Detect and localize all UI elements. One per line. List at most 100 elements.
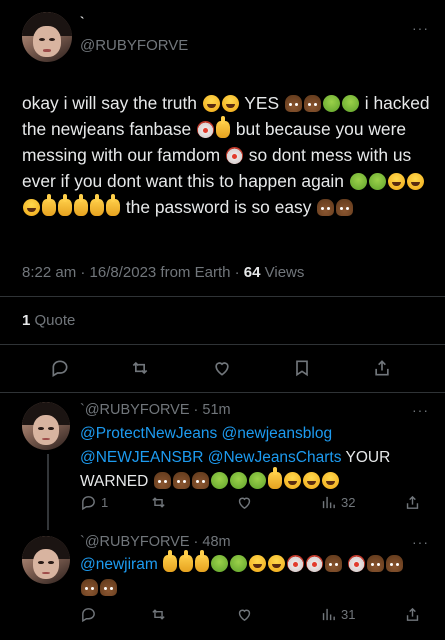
share-button[interactable]: [404, 606, 421, 623]
middle-finger-emoji-icon: [216, 116, 231, 138]
poop-emoji-icon: [191, 472, 209, 489]
middle-finger-emoji-icon: [106, 194, 120, 216]
nauseated-emoji-icon: [248, 472, 266, 489]
middle-finger-emoji-icon: [195, 550, 210, 572]
laughing-emoji-icon: [321, 472, 339, 489]
divider: [0, 392, 445, 393]
middle-finger-emoji-icon: [267, 467, 282, 489]
thread-line: [47, 454, 49, 530]
quote-label: Quote: [30, 312, 76, 329]
mention-link[interactable]: @newjiram: [80, 556, 158, 573]
reply-button[interactable]: [80, 606, 97, 623]
poop-emoji-icon: [336, 199, 354, 216]
heart-icon: [238, 497, 251, 510]
views-icon: [322, 608, 335, 621]
views-count: 64: [243, 264, 261, 281]
reply-icon: [82, 496, 95, 511]
nauseated-emoji-icon: [229, 472, 247, 489]
share-button[interactable]: [404, 494, 421, 511]
name-tick: `: [80, 14, 85, 29]
reply-icon: [82, 608, 95, 623]
share-button[interactable]: [372, 358, 392, 378]
like-button[interactable]: [236, 606, 253, 623]
middle-finger-emoji-icon: [74, 194, 88, 216]
bookmark-button[interactable]: [292, 358, 312, 378]
more-options-icon[interactable]: ···: [412, 20, 429, 36]
laughing-emoji-icon: [268, 555, 286, 572]
mention-link[interactable]: @NEWJEANSBR: [80, 449, 203, 466]
heart-icon: [238, 609, 251, 622]
clown-emoji-icon: [197, 121, 215, 138]
reply1-avatar[interactable]: [22, 402, 70, 450]
poop-emoji-icon: [386, 555, 404, 572]
views-label: Views: [260, 264, 305, 281]
poop-emoji-icon: [325, 555, 343, 572]
timestamp: 8:22 am · 16/8/2023 from Earth ·: [22, 264, 244, 281]
views-button[interactable]: 31: [320, 606, 355, 623]
laughing-emoji-icon: [302, 472, 320, 489]
more-options-icon[interactable]: ···: [412, 402, 429, 418]
views-icon: [322, 496, 335, 509]
laughing-emoji-icon: [221, 95, 239, 112]
retweet-icon: [152, 609, 165, 620]
laughing-emoji-icon: [202, 95, 220, 112]
mention-link[interactable]: @ProtectNewJeans: [80, 425, 217, 442]
mention-link[interactable]: @newjeansblog: [222, 425, 333, 442]
more-options-icon[interactable]: ···: [412, 534, 429, 550]
clown-emoji-icon: [225, 147, 243, 164]
share-icon: [406, 495, 419, 509]
reply1-handle[interactable]: `@RUBYFORVE · 51m: [80, 402, 231, 418]
poop-emoji-icon: [303, 95, 321, 112]
retweet-icon: [152, 497, 165, 508]
mention-link[interactable]: @NewJeansCharts: [208, 449, 342, 466]
nauseated-emoji-icon: [230, 555, 248, 572]
laughing-emoji-icon: [406, 173, 424, 190]
tweet-body: okay i will say the truth YES i hacked t…: [22, 93, 430, 217]
views-count: 32: [341, 495, 356, 510]
main-handle[interactable]: @RUBYFORVE: [80, 37, 188, 54]
poop-emoji-icon: [172, 472, 190, 489]
laughing-emoji-icon: [23, 199, 40, 216]
reply1-body: @ProtectNewJeans @newjeansblog @NEWJEANS…: [80, 422, 410, 494]
like-button[interactable]: [212, 358, 232, 378]
clown-emoji-icon: [287, 555, 305, 572]
middle-finger-emoji-icon: [90, 194, 104, 216]
heart-icon: [215, 362, 229, 376]
poop-emoji-icon: [284, 95, 302, 112]
laughing-emoji-icon: [387, 173, 405, 190]
middle-finger-emoji-icon: [42, 194, 56, 216]
poop-emoji-icon: [317, 199, 335, 216]
quote-count-link[interactable]: 1 Quote: [22, 312, 75, 329]
poop-emoji-icon: [367, 555, 385, 572]
divider: [0, 296, 445, 297]
nauseated-emoji-icon: [368, 173, 386, 190]
like-button[interactable]: [236, 494, 253, 511]
laughing-emoji-icon: [283, 472, 301, 489]
reply-button[interactable]: [50, 358, 70, 378]
reply-button[interactable]: 1: [80, 494, 108, 511]
reply2-handle[interactable]: `@RUBYFORVE · 48m: [80, 534, 231, 550]
reply-icon: [52, 360, 68, 377]
share-icon: [406, 607, 419, 621]
middle-finger-emoji-icon: [163, 550, 178, 572]
middle-finger-emoji-icon: [58, 194, 72, 216]
poop-emoji-icon: [81, 579, 98, 596]
poop-emoji-icon: [100, 579, 117, 596]
main-avatar[interactable]: [22, 12, 72, 62]
views-button[interactable]: 32: [320, 494, 355, 511]
clown-emoji-icon: [348, 555, 366, 572]
retweet-button[interactable]: [130, 358, 150, 378]
share-icon: [375, 360, 389, 376]
bookmark-icon: [296, 360, 308, 377]
clown-emoji-icon: [306, 555, 324, 572]
reply2-avatar[interactable]: [22, 536, 70, 584]
nauseated-emoji-icon: [210, 472, 228, 489]
retweet-button[interactable]: [150, 606, 167, 623]
nauseated-emoji-icon: [341, 95, 359, 112]
nauseated-emoji-icon: [349, 173, 367, 190]
retweet-icon: [132, 361, 148, 375]
nauseated-emoji-icon: [211, 555, 229, 572]
laughing-emoji-icon: [249, 555, 267, 572]
retweet-button[interactable]: [150, 494, 167, 511]
tweet-meta: 8:22 am · 16/8/2023 from Earth · 64 View…: [22, 264, 304, 281]
